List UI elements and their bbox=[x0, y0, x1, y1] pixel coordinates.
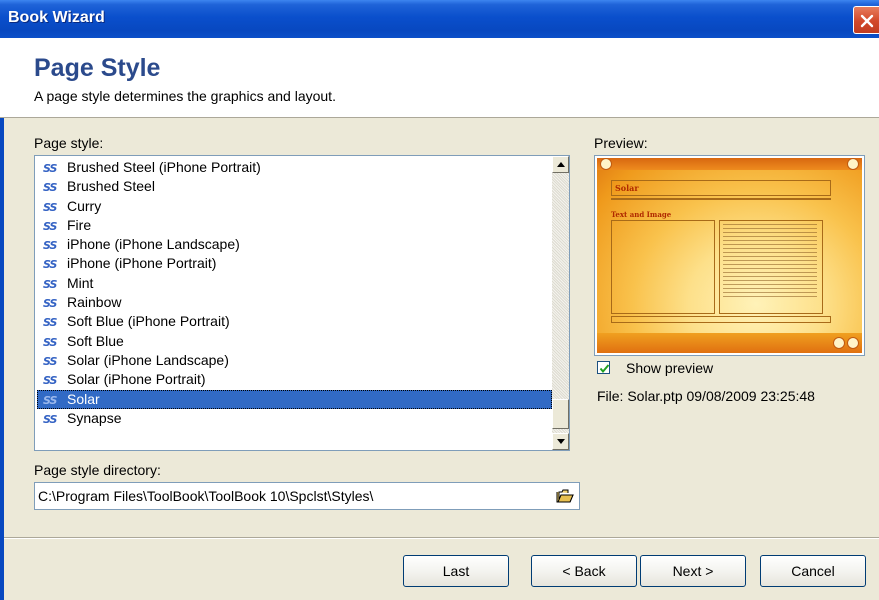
page-title: Page Style bbox=[34, 54, 161, 82]
preview-footer-box bbox=[611, 316, 831, 323]
preview-thumb-subtitle: Text and Image bbox=[611, 210, 672, 219]
show-preview-checkbox[interactable] bbox=[597, 361, 610, 374]
page-style-items: SS Brushed Steel (iPhone Portrait) SS Brush… bbox=[37, 158, 552, 448]
page-style-item[interactable]: SS Fire bbox=[37, 216, 552, 235]
back-button[interactable]: < Back bbox=[531, 555, 637, 587]
page-style-scrollbar[interactable] bbox=[552, 156, 569, 450]
page-style-icon: SS bbox=[43, 162, 57, 175]
last-button[interactable]: Last bbox=[403, 555, 509, 587]
preview-thumb-title: Solar bbox=[615, 183, 639, 193]
page-style-label: Page style: bbox=[34, 135, 104, 151]
show-preview-label[interactable]: Show preview bbox=[626, 360, 713, 376]
page-style-icon: SS bbox=[43, 374, 57, 388]
preview-title-box bbox=[611, 180, 831, 196]
page-style-item-label: Synapse bbox=[67, 409, 122, 426]
scroll-down-button[interactable] bbox=[552, 433, 569, 450]
page-description: A page style determines the graphics and… bbox=[34, 88, 336, 104]
preview-top-band bbox=[597, 158, 862, 170]
page-style-icon: SS bbox=[43, 412, 57, 426]
page-style-directory-input[interactable] bbox=[38, 487, 538, 505]
scroll-thumb[interactable] bbox=[552, 399, 569, 429]
page-style-item[interactable]: SS Curry bbox=[37, 197, 552, 216]
page-style-item[interactable]: SS Brushed Steel bbox=[37, 177, 552, 196]
page-style-item[interactable]: SS iPhone (iPhone Landscape) bbox=[37, 235, 552, 254]
page-style-icon: SS bbox=[43, 277, 57, 291]
close-icon bbox=[860, 14, 874, 28]
preview-dot bbox=[833, 337, 845, 349]
page-style-icon: SS bbox=[43, 297, 57, 311]
preview-thumbnail: Solar Text and Image bbox=[597, 158, 862, 353]
preview-bottom-band bbox=[597, 333, 862, 353]
page-style-item[interactable]: SS Soft Blue (iPhone Portrait) bbox=[37, 312, 552, 331]
page-style-item[interactable]: SS Solar (iPhone Portrait) bbox=[37, 370, 552, 389]
page-style-item-label: Fire bbox=[67, 216, 92, 233]
cancel-button[interactable]: Cancel bbox=[760, 555, 866, 587]
footer-separator bbox=[4, 537, 879, 539]
preview-text-lines bbox=[723, 224, 817, 300]
preview-image-box bbox=[611, 220, 715, 314]
page-style-item-label: Solar bbox=[67, 390, 100, 407]
page-style-item-label: Solar (iPhone Landscape) bbox=[67, 351, 229, 368]
page-style-icon: SS bbox=[43, 219, 57, 233]
preview-pane: Solar Text and Image bbox=[594, 155, 865, 356]
preview-dot bbox=[600, 158, 612, 170]
arrow-down-icon bbox=[557, 439, 565, 444]
page-style-icon: SS bbox=[43, 239, 57, 253]
page-style-item-label: Soft Blue bbox=[67, 332, 124, 349]
arrow-up-icon bbox=[557, 162, 565, 167]
browse-folder-button[interactable] bbox=[555, 487, 575, 505]
page-style-icon: SS bbox=[43, 258, 57, 272]
preview-label: Preview: bbox=[594, 135, 648, 151]
page-style-item-label: iPhone (iPhone Portrait) bbox=[67, 255, 217, 272]
title-bar: Book Wizard bbox=[0, 0, 879, 38]
next-button[interactable]: Next > bbox=[640, 555, 746, 587]
page-style-item-label: iPhone (iPhone Landscape) bbox=[67, 236, 240, 253]
page-style-icon: SS bbox=[43, 181, 57, 195]
page-style-item[interactable]: SS Brushed Steel (iPhone Portrait) bbox=[37, 158, 552, 177]
page-style-item-label: Soft Blue (iPhone Portrait) bbox=[67, 313, 230, 330]
checkmark-icon bbox=[599, 364, 610, 374]
window-frame-left bbox=[0, 38, 4, 600]
scroll-up-button[interactable] bbox=[552, 156, 569, 173]
page-style-item-label: Solar (iPhone Portrait) bbox=[67, 371, 206, 388]
page-style-icon: SS bbox=[43, 335, 57, 349]
page-style-item-label: Rainbow bbox=[67, 294, 122, 311]
wizard-header: Page Style A page style determines the g… bbox=[0, 38, 879, 118]
preview-dot bbox=[847, 337, 859, 349]
page-style-directory-label: Page style directory: bbox=[34, 462, 161, 478]
file-info-text: File: Solar.ptp 09/08/2009 23:25:48 bbox=[597, 388, 815, 404]
page-style-item-label: Curry bbox=[67, 197, 102, 214]
page-style-item[interactable]: SS Solar (iPhone Landscape) bbox=[37, 351, 552, 370]
preview-dot bbox=[847, 158, 859, 170]
page-style-icon: SS bbox=[43, 354, 57, 368]
window-title: Book Wizard bbox=[8, 9, 105, 26]
page-style-directory-field[interactable] bbox=[34, 482, 580, 510]
page-style-icon: SS bbox=[43, 393, 57, 407]
page-style-item[interactable]: SS Soft Blue bbox=[37, 332, 552, 351]
page-style-item-label: Mint bbox=[67, 274, 94, 291]
page-style-item[interactable]: SS Synapse bbox=[37, 409, 552, 428]
page-style-listbox[interactable]: SS Brushed Steel (iPhone Portrait) SS Brush… bbox=[34, 155, 570, 451]
page-style-item[interactable]: SS Solar bbox=[37, 389, 552, 409]
page-style-item[interactable]: SS iPhone (iPhone Portrait) bbox=[37, 254, 552, 273]
page-style-item-label: Brushed Steel bbox=[67, 178, 155, 195]
page-style-item[interactable]: SS Mint bbox=[37, 274, 552, 293]
preview-rule bbox=[611, 198, 831, 200]
close-button[interactable] bbox=[853, 6, 879, 34]
folder-open-icon bbox=[556, 489, 574, 503]
page-style-icon: SS bbox=[43, 316, 57, 330]
page-style-item-label: Brushed Steel (iPhone Portrait) bbox=[67, 159, 261, 175]
page-style-icon: SS bbox=[43, 200, 57, 214]
page-style-item[interactable]: SS Rainbow bbox=[37, 293, 552, 312]
